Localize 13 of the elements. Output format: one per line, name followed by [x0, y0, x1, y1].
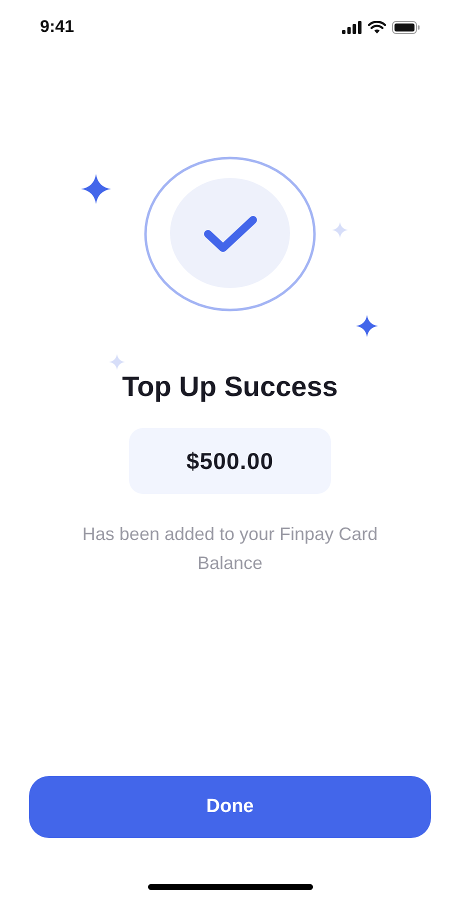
amount-display: $500.00 — [129, 428, 331, 494]
sparkle-icon — [356, 315, 378, 337]
status-time: 9:41 — [40, 16, 74, 38]
success-message: Has been added to your Finpay Card Balance — [81, 523, 379, 575]
sparkle-icon — [81, 174, 111, 204]
success-check-icon — [144, 156, 316, 312]
battery-icon — [392, 20, 420, 34]
sparkle-icon — [109, 354, 125, 370]
success-title: Top Up Success — [122, 370, 338, 404]
signal-icon — [342, 20, 362, 34]
sparkle-icon — [332, 222, 348, 238]
done-button[interactable]: Done — [29, 776, 431, 838]
wifi-icon — [368, 20, 386, 34]
